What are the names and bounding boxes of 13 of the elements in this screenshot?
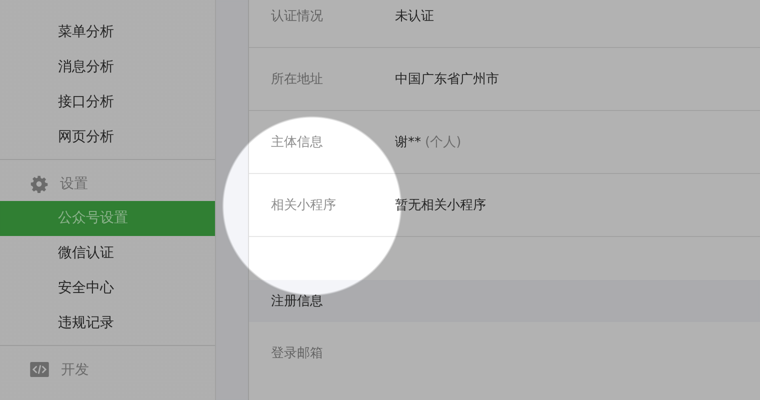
field-label: 所在地址 — [271, 71, 324, 88]
field-label: 登录邮箱 — [271, 345, 324, 362]
field-value: 未认证 — [395, 8, 434, 25]
field-value: 暂无相关小程序 — [395, 197, 486, 214]
field-value: 谢** — [395, 134, 421, 151]
field-label: 主体信息 — [271, 134, 324, 151]
section-title: 注册信息 — [271, 293, 323, 310]
field-value: 中国广东省广州市 — [395, 71, 499, 88]
code-icon — [30, 362, 49, 377]
field-label: 相关小程序 — [271, 197, 337, 214]
field-label: 认证情况 — [271, 8, 324, 25]
field-note: (个人) — [425, 134, 462, 151]
gear-icon — [30, 174, 48, 192]
